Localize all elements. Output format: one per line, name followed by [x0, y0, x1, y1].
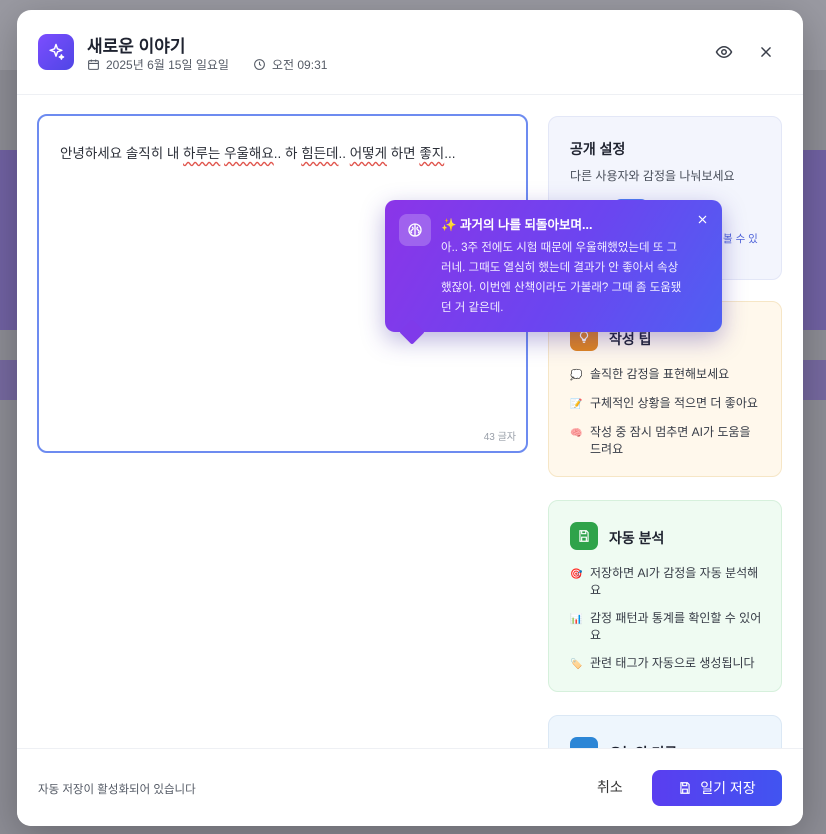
card-title: 공개 설정	[570, 141, 626, 157]
cancel-button[interactable]: 취소	[597, 777, 623, 797]
popover-close-button[interactable]	[697, 212, 708, 228]
brain-icon: 🧠	[570, 428, 583, 439]
popover-body: 아.. 3주 전에도 시험 때문에 우울해했었는데 또 그러네. 그때도 열심히…	[441, 242, 682, 314]
modal-header: 새로운 이야기 2025년 6월 15일 일요일 오전 09:31	[17, 10, 803, 95]
diary-text: 안녕하세요 솔직히 내 하루는 우울해요.. 하 힘든데.. 어떻게 하면 좋지…	[60, 146, 456, 161]
save-icon	[680, 782, 690, 794]
auto-analysis-list: 🎯 저장하면 AI가 감정을 자동 분석해요 📊 감정 패턴과 통계를 확인할 수 …	[570, 565, 763, 684]
card-subtitle: 다른 사용자와 감정을 나눠보세요	[570, 169, 735, 183]
thought-bubble-icon: 💭	[570, 370, 583, 381]
ai-reflection-popover: ✨ 과거의 나를 되돌아보며... 아.. 3주 전에도 시험 때문에 우울해했…	[385, 200, 722, 332]
autosave-status: 자동 저장이 활성화되어 있습니다	[38, 784, 196, 796]
tag-icon: 🏷️	[570, 659, 583, 670]
list-item: 💭 솔직한 감정을 표현해보세요	[570, 366, 763, 384]
new-diary-modal: 새로운 이야기 2025년 6월 15일 일요일 오전 09:31 안녕하세요 …	[17, 10, 803, 826]
memo-icon: 📝	[570, 399, 583, 410]
list-item: 🎯 저장하면 AI가 감정을 자동 분석해요	[570, 566, 759, 597]
close-icon	[698, 215, 707, 224]
close-button[interactable]	[754, 40, 778, 64]
modal-footer: 자동 저장이 활성화되어 있습니다 취소 일기 저장	[17, 748, 803, 826]
chart-icon: 📊	[570, 614, 583, 625]
clock-icon	[254, 59, 265, 70]
sparkle-icon: ✨	[441, 218, 461, 232]
list-item: 🏷️ 관련 태그가 자동으로 생성됩니다	[570, 655, 763, 673]
list-item: 📊 감정 패턴과 통계를 확인할 수 있어요	[570, 611, 762, 642]
sparkle-icon	[38, 34, 74, 70]
save-label: 일기 저장	[700, 780, 756, 796]
preview-button[interactable]	[712, 40, 736, 64]
modal-meta: 2025년 6월 15일 일요일 오전 09:31	[87, 56, 327, 73]
date-text: 2025년 6월 15일 일요일	[106, 58, 229, 72]
calendar-icon	[88, 59, 99, 70]
popover-title: ✨ 과거의 나를 되돌아보며...	[441, 218, 593, 232]
time-text: 오전 09:31	[271, 58, 328, 72]
char-count: 43 글자	[483, 432, 516, 443]
modal-title: 새로운 이야기	[87, 37, 186, 56]
tips-list: 💭 솔직한 감정을 표현해보세요 📝 구체적인 상황을 적으면 더 좋아요 🧠 작성 …	[570, 366, 763, 469]
eye-icon	[715, 45, 733, 59]
brain-icon	[399, 214, 431, 246]
close-icon	[761, 47, 771, 57]
card-title: 작성 팁	[609, 331, 652, 347]
auto-analysis-card: 자동 분석 🎯 저장하면 AI가 감정을 자동 분석해요 📊 감정 패턴과 통계를 …	[548, 500, 782, 692]
save-diary-button[interactable]: 일기 저장	[652, 770, 782, 806]
public-partial-text: 볼 수 있	[723, 233, 758, 245]
save-icon	[570, 522, 598, 550]
list-item: 📝 구체적인 상황을 적으면 더 좋아요	[570, 395, 763, 413]
card-title: 자동 분석	[609, 530, 665, 546]
target-icon: 🎯	[570, 569, 583, 580]
list-item: 🧠 작성 중 잠시 멈추면 AI가 도움을 드려요	[570, 425, 751, 456]
